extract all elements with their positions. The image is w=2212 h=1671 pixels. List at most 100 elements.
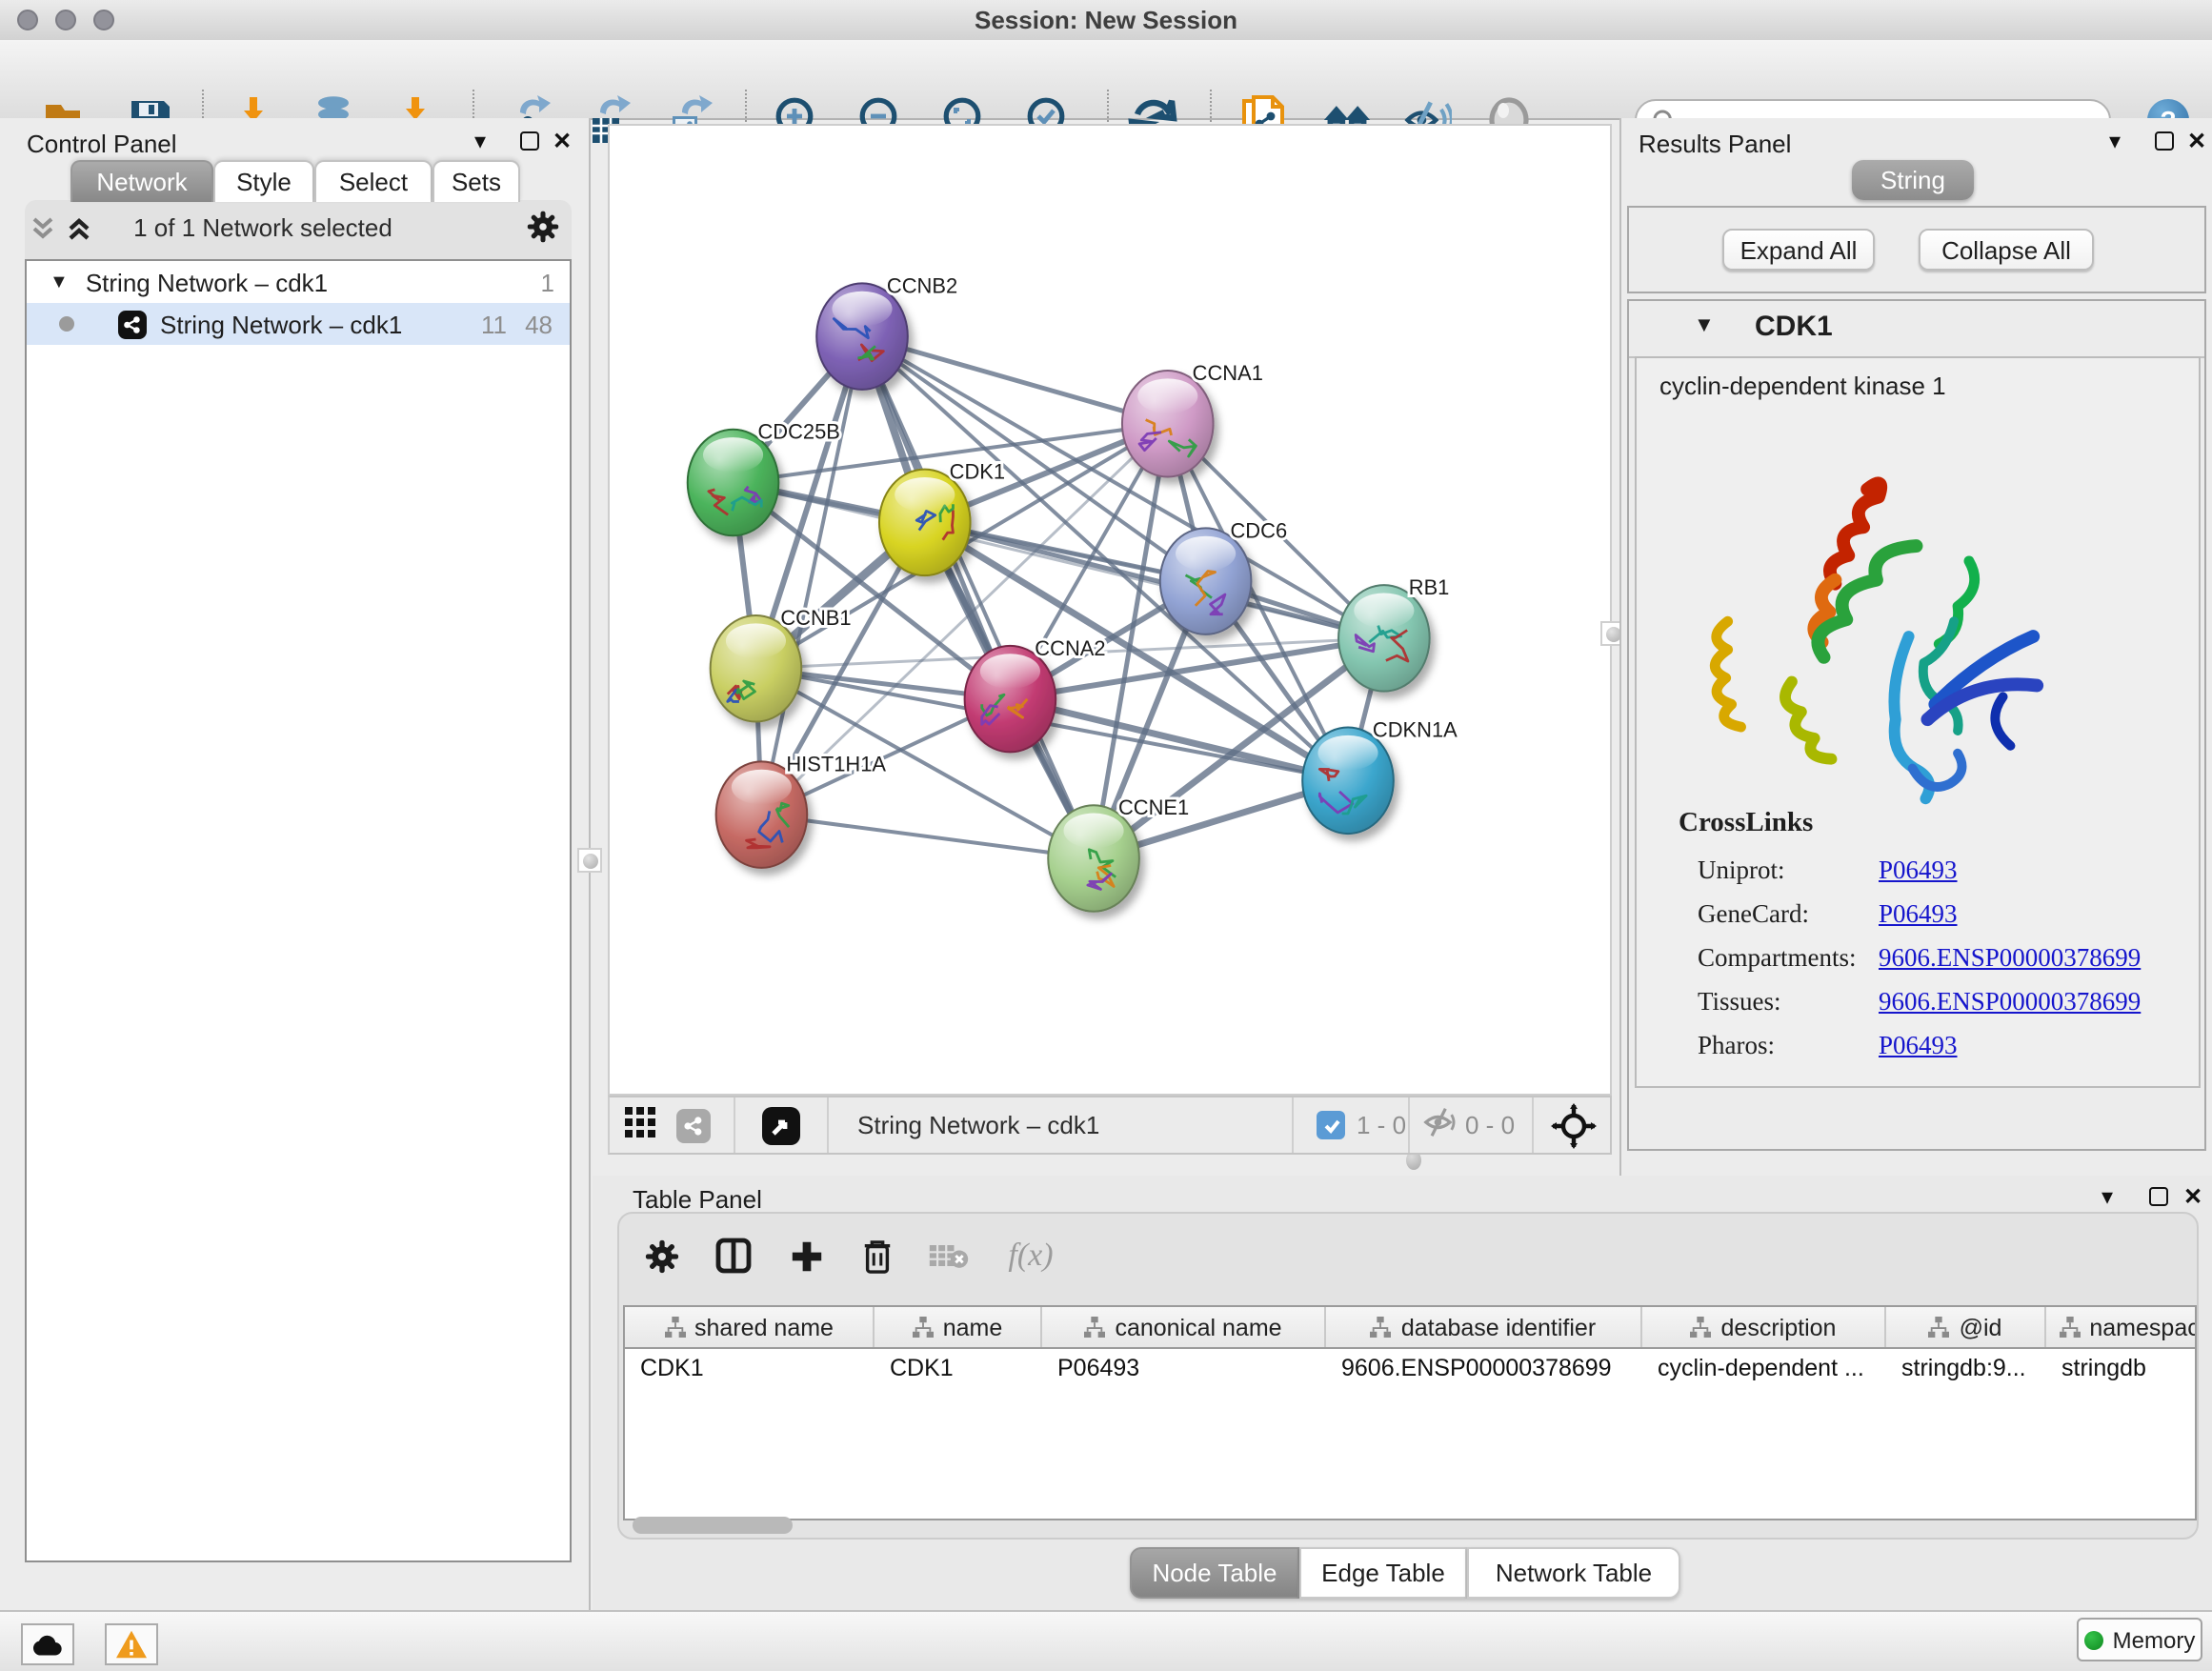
table-row[interactable]: CDK1CDK1P064939606.ENSP00000378699cyclin…: [625, 1349, 2195, 1387]
create-column-button[interactable]: [781, 1229, 831, 1282]
network-status-dot: [59, 316, 74, 332]
protein-section-header[interactable]: ▼ CDK1: [1629, 301, 2204, 358]
table-cell[interactable]: CDK1: [875, 1349, 1042, 1387]
network-canvas[interactable]: CCNB2CCNA1CDC25BCDK1CDC6RB1CCNB1CCNA2CDK…: [608, 124, 1612, 1096]
table-settings-button[interactable]: [636, 1229, 686, 1282]
network-node-cdkn1a[interactable]: CDKN1A: [1302, 717, 1458, 834]
close-window-button[interactable]: [17, 10, 38, 30]
crosslink-pharos-link[interactable]: P06493: [1879, 1031, 1958, 1061]
show-columns-button[interactable]: [709, 1229, 758, 1282]
crosslink-label: Uniprot:: [1698, 856, 1785, 886]
trash-icon: [860, 1238, 893, 1274]
column-header[interactable]: @id: [1886, 1307, 2046, 1347]
node-label: CCNA1: [1193, 361, 1263, 385]
network-node-ccnb2[interactable]: CCNB2: [816, 273, 957, 390]
table-cell[interactable]: 9606.ENSP00000378699: [1326, 1349, 1642, 1387]
network-options-gear-icon[interactable]: [526, 210, 560, 253]
column-header-label: database identifier: [1401, 1314, 1596, 1340]
cloud-status-button[interactable]: [21, 1623, 74, 1665]
close-panel-icon[interactable]: ✕: [553, 130, 572, 152]
collapse-all-button[interactable]: Collapse All: [1919, 229, 2094, 271]
float-panel-icon[interactable]: [2155, 131, 2174, 151]
memory-status-dot: [2084, 1630, 2103, 1649]
birdseye-view-icon[interactable]: [762, 1106, 800, 1144]
crosslink-tissues-link[interactable]: 9606.ENSP00000378699: [1879, 987, 2141, 1017]
network-edge[interactable]: [761, 815, 1094, 858]
grid-view-icon[interactable]: [625, 1107, 655, 1143]
network-node-ccna1[interactable]: CCNA1: [1122, 361, 1263, 477]
tab-string[interactable]: String: [1852, 160, 1974, 200]
crosshair-icon[interactable]: [1551, 1103, 1597, 1155]
network-node-rb1[interactable]: RB1: [1338, 575, 1449, 692]
node-label: CDK1: [950, 460, 1005, 484]
crosslink-label: GeneCard:: [1698, 899, 1809, 930]
panel-menu-icon[interactable]: ▾: [2109, 130, 2121, 152]
float-panel-icon[interactable]: [520, 131, 539, 151]
network-graph[interactable]: CCNB2CCNA1CDC25BCDK1CDC6RB1CCNB1CCNA2CDK…: [610, 126, 1610, 1094]
minimize-window-button[interactable]: [55, 10, 76, 30]
expand-all-button[interactable]: Expand All: [1722, 229, 1875, 271]
column-header-label: namespace: [2089, 1314, 2197, 1340]
network-node-cdc6[interactable]: CDC6: [1160, 518, 1287, 634]
panel-menu-icon[interactable]: ▾: [2101, 1185, 2113, 1208]
section-collapse-icon[interactable]: ▼: [1694, 314, 1715, 337]
delete-table-button[interactable]: [924, 1229, 974, 1282]
maximize-window-button[interactable]: [93, 10, 114, 30]
float-panel-icon[interactable]: [2149, 1187, 2168, 1206]
tab-style[interactable]: Style: [213, 160, 314, 202]
crosslink-compartments-link[interactable]: 9606.ENSP00000378699: [1879, 943, 2141, 974]
network-node-ccne1[interactable]: CCNE1: [1048, 795, 1189, 912]
delete-table-icon: [928, 1240, 970, 1271]
tab-sets[interactable]: Sets: [432, 160, 520, 202]
column-header[interactable]: name: [875, 1307, 1042, 1347]
tab-node-table[interactable]: Node Table: [1130, 1547, 1299, 1599]
panel-menu-icon[interactable]: ▾: [474, 130, 486, 152]
network-node-hist1h1a[interactable]: HIST1H1A: [716, 752, 887, 868]
network-collection-row[interactable]: ▼ String Network – cdk1 1: [27, 261, 570, 303]
tab-label: Style: [236, 168, 292, 196]
selected-counts: 1 - 0: [1357, 1111, 1406, 1139]
table-cell[interactable]: CDK1: [625, 1349, 875, 1387]
column-header[interactable]: namespace: [2046, 1307, 2197, 1347]
network-row[interactable]: String Network – cdk1 11 48: [27, 303, 570, 345]
button-label: Expand All: [1740, 235, 1858, 264]
column-header-label: shared name: [694, 1314, 834, 1340]
node-gloss: [1317, 735, 1377, 771]
tab-select[interactable]: Select: [314, 160, 432, 202]
network-list: ▼ String Network – cdk1 1 String Network…: [25, 259, 572, 1562]
tab-network[interactable]: Network: [70, 160, 213, 202]
node-gloss: [1354, 593, 1414, 628]
memory-button[interactable]: Memory: [2077, 1618, 2202, 1661]
crosslink-uniprot-link[interactable]: P06493: [1879, 856, 1958, 886]
network-share-icon: [118, 310, 147, 338]
close-panel-icon[interactable]: ✕: [2187, 130, 2206, 152]
delete-column-button[interactable]: [852, 1229, 901, 1282]
network-edge[interactable]: [862, 336, 1094, 858]
network-view-share-icon[interactable]: [676, 1108, 711, 1142]
table-header-row: shared name namecanonical name database id…: [625, 1307, 2195, 1349]
horizontal-scrollbar-thumb[interactable]: [633, 1517, 793, 1534]
collection-expand-icon[interactable]: ▼: [50, 272, 69, 292]
left-splitter-handle[interactable]: [577, 848, 602, 873]
node-gloss: [1064, 814, 1124, 849]
column-header[interactable]: canonical name: [1042, 1307, 1326, 1347]
crosslink-label: Tissues:: [1698, 987, 1781, 1017]
network-edge[interactable]: [761, 336, 862, 815]
crosslink-genecard-link[interactable]: P06493: [1879, 899, 1958, 930]
close-panel-icon[interactable]: ✕: [2183, 1185, 2202, 1208]
tab-edge-table[interactable]: Edge Table: [1299, 1547, 1467, 1599]
plus-icon: [788, 1238, 824, 1274]
function-builder-button[interactable]: f(x): [998, 1229, 1063, 1282]
table-cell[interactable]: P06493: [1042, 1349, 1326, 1387]
table-cell[interactable]: stringdb:9...: [1886, 1349, 2046, 1387]
table-cell[interactable]: cyclin-dependent ...: [1642, 1349, 1886, 1387]
tab-network-table[interactable]: Network Table: [1467, 1547, 1680, 1599]
selected-checkbox[interactable]: [1317, 1111, 1345, 1139]
node-label: CDC25B: [757, 420, 839, 444]
warnings-button[interactable]: [105, 1623, 158, 1665]
table-cell[interactable]: stringdb: [2046, 1349, 2197, 1387]
column-header[interactable]: database identifier: [1326, 1307, 1642, 1347]
column-header[interactable]: description: [1642, 1307, 1886, 1347]
network-node-ccna2[interactable]: CCNA2: [965, 636, 1106, 753]
column-header[interactable]: shared name: [625, 1307, 875, 1347]
